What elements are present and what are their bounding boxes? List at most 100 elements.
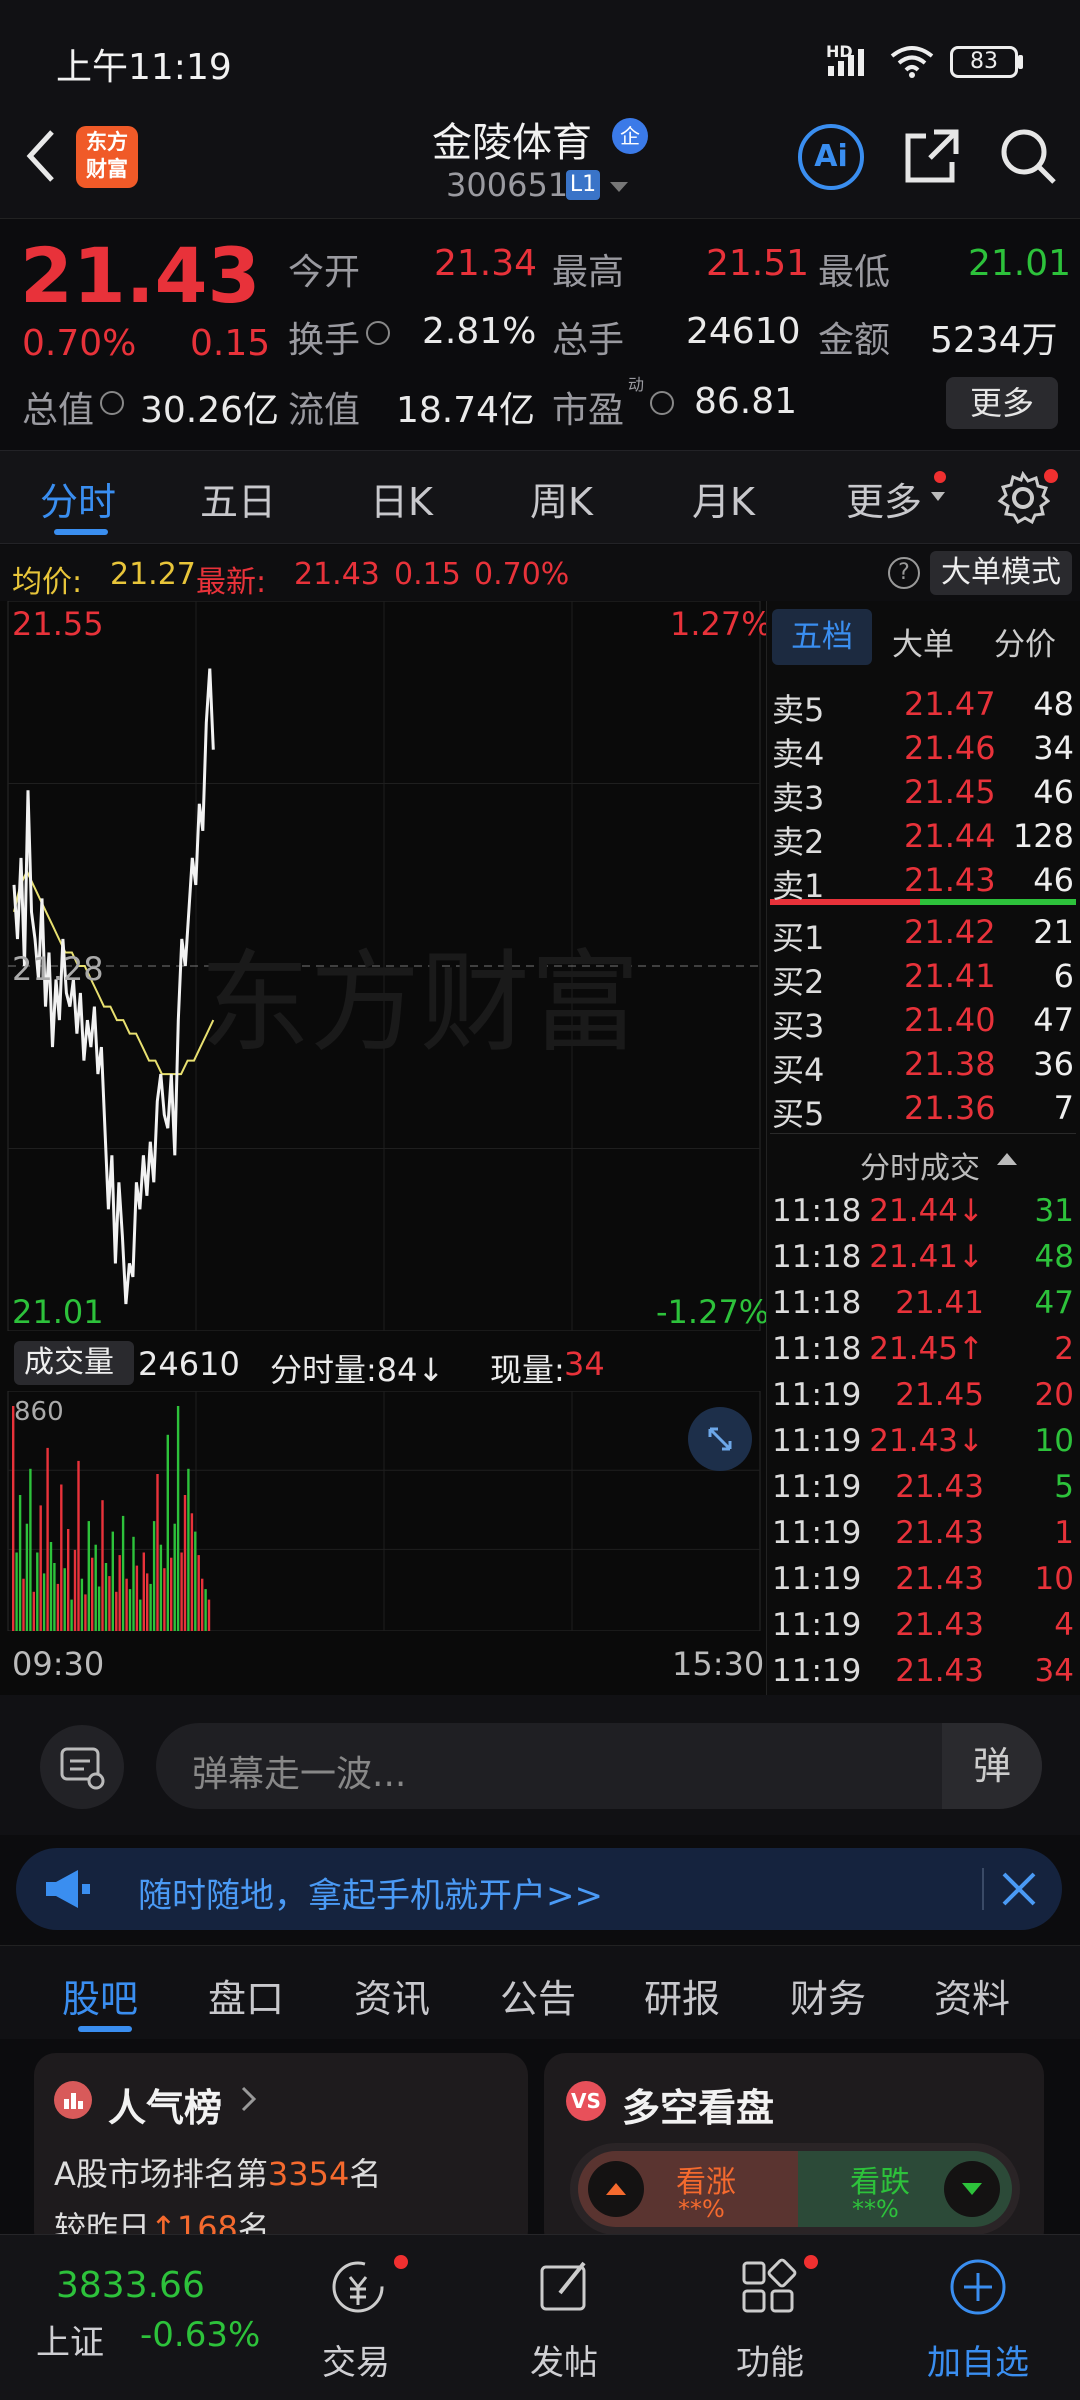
level-volume: 48 [1033, 685, 1074, 723]
volume-bar [187, 1468, 190, 1631]
turnover-label: 换手 [288, 320, 361, 361]
change-amount: 0.15 [190, 323, 271, 364]
tab-five-level[interactable]: 五档 [772, 609, 872, 665]
volume-bar [135, 1565, 139, 1631]
volume-bar [125, 1578, 128, 1631]
account-open-banner[interactable]: 随时随地，拿起手机就开户>> [16, 1848, 1062, 1930]
ask-row[interactable]: 卖5 21.47 48 [770, 685, 1076, 729]
ticks-title[interactable]: 分时成交 [860, 1143, 980, 1187]
danmu-input[interactable]: 弹幕走一波... 弹 [156, 1723, 1042, 1809]
float-label: 流值 [288, 390, 361, 431]
index-pct[interactable]: -0.63% [140, 2315, 260, 2355]
level-volume: 34 [1033, 729, 1074, 767]
level-label: 买4 [772, 1051, 825, 1089]
danmu-bar: 弹幕走一波... 弹 [0, 1695, 1080, 1835]
nav-trade[interactable]: 交易 [286, 2335, 426, 2384]
bid-row[interactable]: 买1 21.42 21 [770, 913, 1076, 957]
logo-line1: 东方 [86, 130, 128, 154]
popularity-title: 人气榜 [108, 2086, 223, 2130]
danmu-toggle-button[interactable]: 弹 [942, 1723, 1042, 1809]
level-volume: 47 [1033, 1001, 1074, 1039]
info-icon[interactable] [650, 391, 674, 415]
tab-price-dist[interactable]: 分价 [994, 619, 1056, 664]
add-circle-icon[interactable] [946, 2255, 1010, 2319]
post-icon[interactable] [40, 1725, 124, 1809]
edit-icon[interactable] [532, 2255, 596, 2319]
chevron-down-icon[interactable] [608, 180, 630, 194]
ask-row[interactable]: 卖3 21.45 46 [770, 773, 1076, 817]
tick-time: 11:19 [772, 1653, 862, 1689]
info-icon[interactable] [366, 321, 390, 345]
nav-functions[interactable]: 功能 [700, 2335, 840, 2384]
index-name[interactable]: 上证 [36, 2315, 104, 2364]
volume-bar [128, 1589, 132, 1631]
close-icon[interactable] [1000, 1870, 1038, 1908]
mktcap-label: 总值 [22, 390, 95, 431]
tab-announcements[interactable]: 公告 [500, 1968, 576, 2023]
volume-bar [53, 1563, 56, 1631]
level-volume: 36 [1033, 1045, 1074, 1083]
pe-label: 市盈 [552, 390, 625, 431]
float-value: 18.74亿 [396, 390, 536, 431]
tick-row: 11:18 21.41 47 [770, 1285, 1076, 1331]
grid-apps-icon[interactable] [736, 2255, 800, 2319]
tab-news[interactable]: 资讯 [354, 1968, 430, 2023]
trade-icon[interactable] [326, 2255, 390, 2319]
tab-forum[interactable]: 股吧 [62, 1968, 138, 2023]
chevron-up-icon[interactable] [996, 1151, 1018, 1167]
volume-bar [156, 1474, 159, 1631]
bid-row[interactable]: 买2 21.41 6 [770, 957, 1076, 1001]
x-start-label: 09:30 [12, 1645, 105, 1683]
expand-icon[interactable] [688, 1407, 752, 1471]
info-icon[interactable] [100, 391, 124, 415]
share-icon[interactable] [902, 126, 962, 186]
popularity-card[interactable]: 人气榜 A股市场排名第3354名 较昨日↑168名 [34, 2053, 528, 2253]
nav-post[interactable]: 发帖 [494, 2335, 634, 2384]
tab-more[interactable]: 更多 [846, 471, 922, 526]
long-short-card[interactable]: VS 多空看盘 看涨 **% 看跌 **% [544, 2053, 1044, 2253]
tab-research[interactable]: 研报 [644, 1968, 720, 2023]
tick-volume: 48 [1034, 1239, 1074, 1275]
tab-weekly-k[interactable]: 周K [530, 471, 593, 526]
tick-volume: 10 [1034, 1423, 1074, 1459]
volume-bar [60, 1484, 63, 1631]
ask-row[interactable]: 卖2 21.44 128 [770, 817, 1076, 861]
volume-selector[interactable]: 成交量 [14, 1341, 134, 1385]
level-badge[interactable]: L1 [566, 170, 600, 200]
volume-max-label: 860 [14, 1397, 64, 1427]
price-chart[interactable]: 东方财富 [0, 601, 766, 1331]
tick-row: 11:19 21.43↓ 10 [770, 1423, 1076, 1469]
big-order-mode-button[interactable]: 大单模式 [930, 551, 1072, 595]
notification-dot [394, 2255, 408, 2269]
notification-dot [804, 2255, 818, 2269]
more-button[interactable]: 更多 [946, 377, 1058, 429]
eastmoney-logo: 东方 财富 [76, 126, 138, 188]
back-icon[interactable] [22, 128, 62, 184]
ai-assistant-icon[interactable]: Ai [798, 124, 864, 190]
bear-pct: **% [852, 2195, 899, 2223]
tick-price: 21.43 [895, 1653, 984, 1689]
tab-profile[interactable]: 资料 [934, 1968, 1010, 2023]
danmu-placeholder: 弹幕走一波... [192, 1754, 407, 1795]
tab-finance[interactable]: 财务 [790, 1968, 866, 2023]
tab-daily-k[interactable]: 日K [370, 471, 433, 526]
tick-volume: 34 [1034, 1653, 1074, 1689]
index-value[interactable]: 3833.66 [56, 2265, 205, 2306]
help-icon[interactable]: ? [888, 557, 920, 589]
bid-row[interactable]: 买5 21.36 7 [770, 1089, 1076, 1133]
volume-bar [176, 1406, 180, 1631]
volume-bar [173, 1523, 176, 1631]
ask-row[interactable]: 卖4 21.46 34 [770, 729, 1076, 773]
bid-row[interactable]: 买3 21.40 47 [770, 1001, 1076, 1045]
tab-five-day[interactable]: 五日 [200, 471, 276, 526]
tab-monthly-k[interactable]: 月K [692, 471, 755, 526]
nav-add-watchlist[interactable]: 加自选 [908, 2335, 1048, 2384]
ask-row[interactable]: 卖1 21.43 46 [770, 861, 1076, 905]
bid-row[interactable]: 买4 21.38 36 [770, 1045, 1076, 1089]
search-icon[interactable] [998, 126, 1058, 186]
tab-handicap[interactable]: 盘口 [208, 1968, 284, 2023]
tab-intraday[interactable]: 分时 [40, 471, 116, 526]
volume-chart[interactable] [0, 1391, 766, 1631]
gear-icon[interactable] [996, 471, 1050, 525]
tab-big-order[interactable]: 大单 [892, 619, 954, 664]
